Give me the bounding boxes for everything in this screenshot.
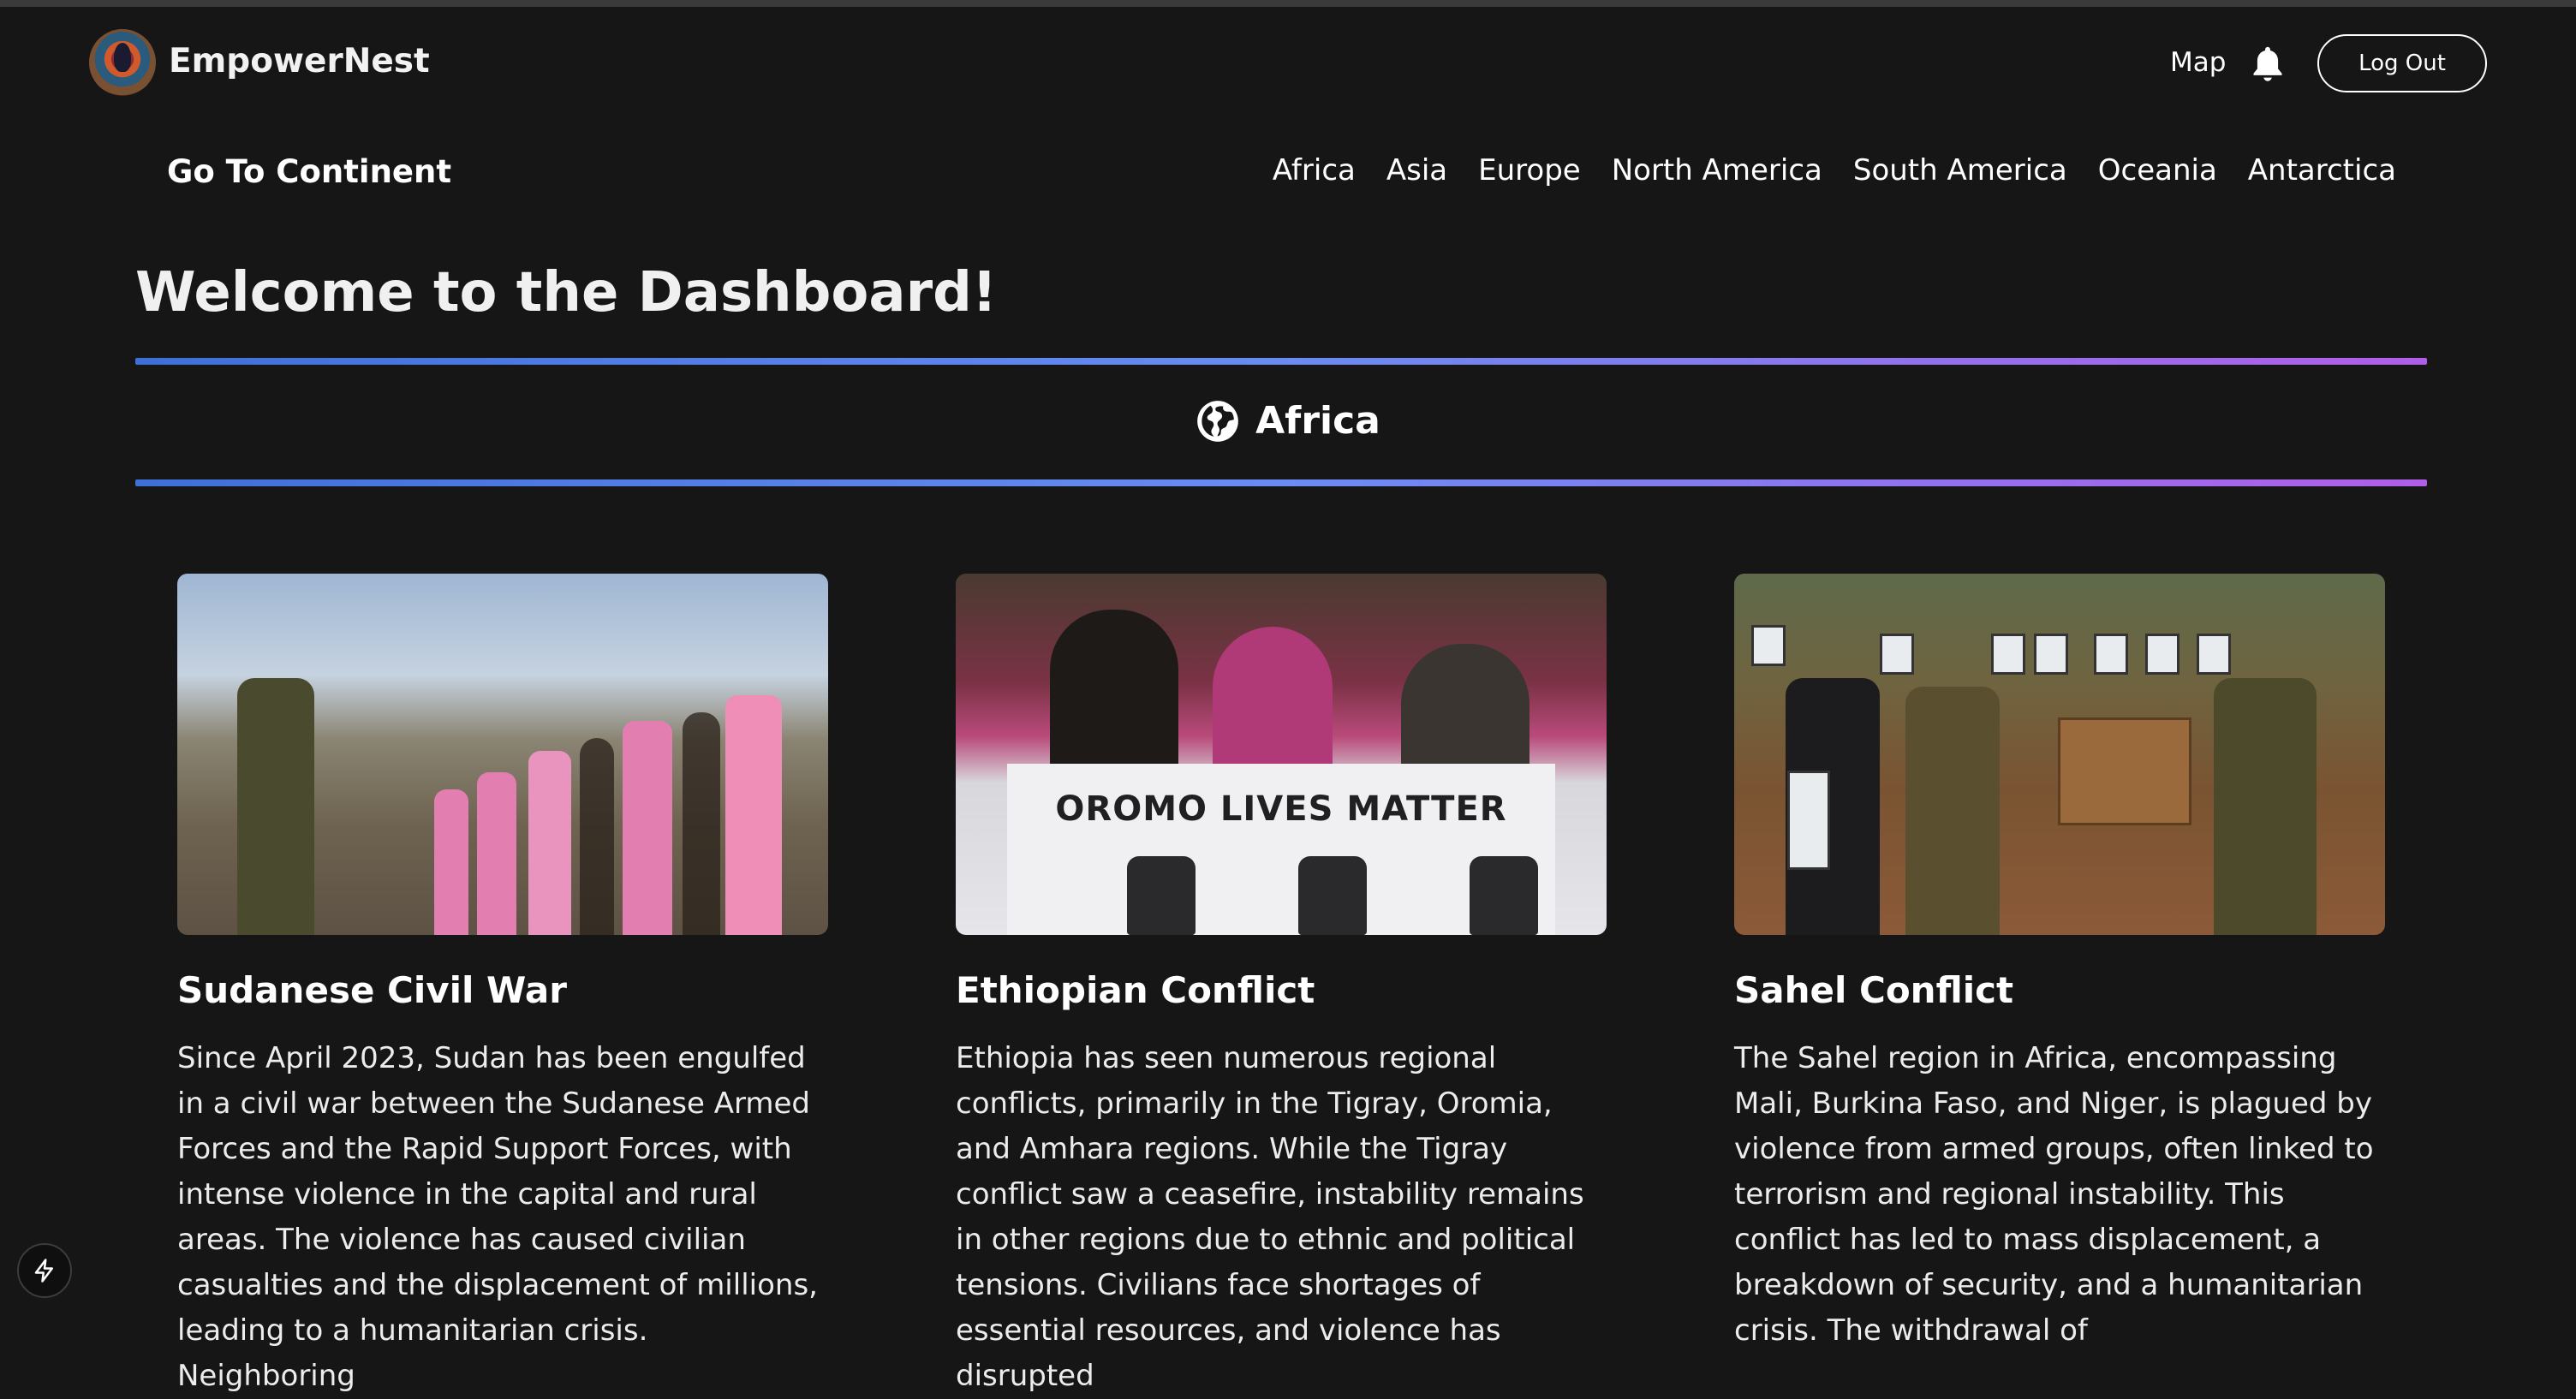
card-description: Ethiopia has seen numerous regional conf…: [956, 1041, 1584, 1393]
portrait-frame: [2034, 634, 2068, 675]
casket: [2058, 717, 2191, 825]
fist-graphic: [1298, 856, 1367, 935]
crowd-figure: [725, 695, 782, 935]
continent-link-europe[interactable]: Europe: [1478, 156, 1581, 185]
continent-link-asia[interactable]: Asia: [1386, 156, 1447, 185]
crowd-figure: [623, 721, 672, 935]
fist-graphic: [1470, 856, 1538, 935]
brand-logo[interactable]: [89, 29, 156, 96]
card-description: The Sahel region in Africa, encompassing…: [1734, 1041, 2374, 1348]
portrait-frame: [1751, 625, 1786, 666]
card-description: Since April 2023, Sudan has been engulfe…: [177, 1041, 818, 1393]
lightning-icon: [34, 1259, 53, 1283]
card-image-ethiopia[interactable]: OROMO LIVES MATTER: [956, 574, 1607, 935]
portrait-frame: [1787, 771, 1830, 870]
card-image-sahel[interactable]: [1734, 574, 2385, 935]
section-heading: Africa: [0, 399, 2576, 444]
brand-name[interactable]: EmpowerNest: [169, 45, 430, 78]
crowd-figure: [683, 712, 720, 935]
soldier-figure: [2214, 678, 2317, 935]
window-top-strip: [0, 0, 2576, 7]
conflict-card-ethiopia[interactable]: OROMO LIVES MATTER Ethiopian Conflict Et…: [956, 574, 1607, 1393]
bell-icon[interactable]: [2249, 45, 2287, 86]
card-title[interactable]: Ethiopian Conflict: [956, 973, 1315, 1009]
continent-nav: Africa Asia Europe North America South A…: [1273, 156, 2396, 185]
portrait-frame: [2094, 634, 2128, 675]
banner-text: OROMO LIVES MATTER: [1055, 789, 1507, 829]
portrait-frame: [1880, 634, 1914, 675]
card-title[interactable]: Sudanese Civil War: [177, 973, 567, 1009]
portrait-frame: [1991, 634, 2025, 675]
section-title: Africa: [1255, 399, 1380, 443]
map-link[interactable]: Map: [2170, 50, 2226, 76]
continent-link-oceania[interactable]: Oceania: [2098, 156, 2217, 185]
portrait-frame: [2197, 634, 2231, 675]
conflict-card-sudan[interactable]: Sudanese Civil War Since April 2023, Sud…: [177, 574, 828, 1393]
crowd-figure: [528, 751, 571, 935]
logout-button[interactable]: Log Out: [2317, 34, 2487, 92]
portrait-frame: [2145, 634, 2179, 675]
go-to-continent-label: Go To Continent: [167, 153, 452, 190]
card-title[interactable]: Sahel Conflict: [1734, 973, 2013, 1009]
continent-link-south-america[interactable]: South America: [1853, 156, 2067, 185]
globe-icon: [1197, 401, 1238, 442]
lightning-button[interactable]: [17, 1243, 72, 1298]
protest-banner: OROMO LIVES MATTER: [1007, 764, 1555, 935]
continent-link-africa[interactable]: Africa: [1273, 156, 1356, 185]
page-title: Welcome to the Dashboard!: [135, 261, 998, 324]
card-image-sudan[interactable]: [177, 574, 828, 935]
crowd-figure: [580, 738, 614, 935]
gradient-divider-bottom: [135, 479, 2427, 486]
gradient-divider-top: [135, 358, 2427, 365]
conflict-card-sahel[interactable]: Sahel Conflict The Sahel region in Afric…: [1734, 574, 2385, 1348]
soldier-figure: [237, 678, 314, 935]
crowd-figure: [477, 772, 516, 935]
logo-figure: [114, 43, 131, 72]
continent-link-north-america[interactable]: North America: [1612, 156, 1822, 185]
site-header: EmpowerNest Map Log Out: [0, 7, 2576, 118]
fist-graphic: [1127, 856, 1196, 935]
soldier-figure: [1905, 687, 2000, 935]
continent-link-antarctica[interactable]: Antarctica: [2248, 156, 2396, 185]
crowd-figure: [434, 789, 468, 935]
